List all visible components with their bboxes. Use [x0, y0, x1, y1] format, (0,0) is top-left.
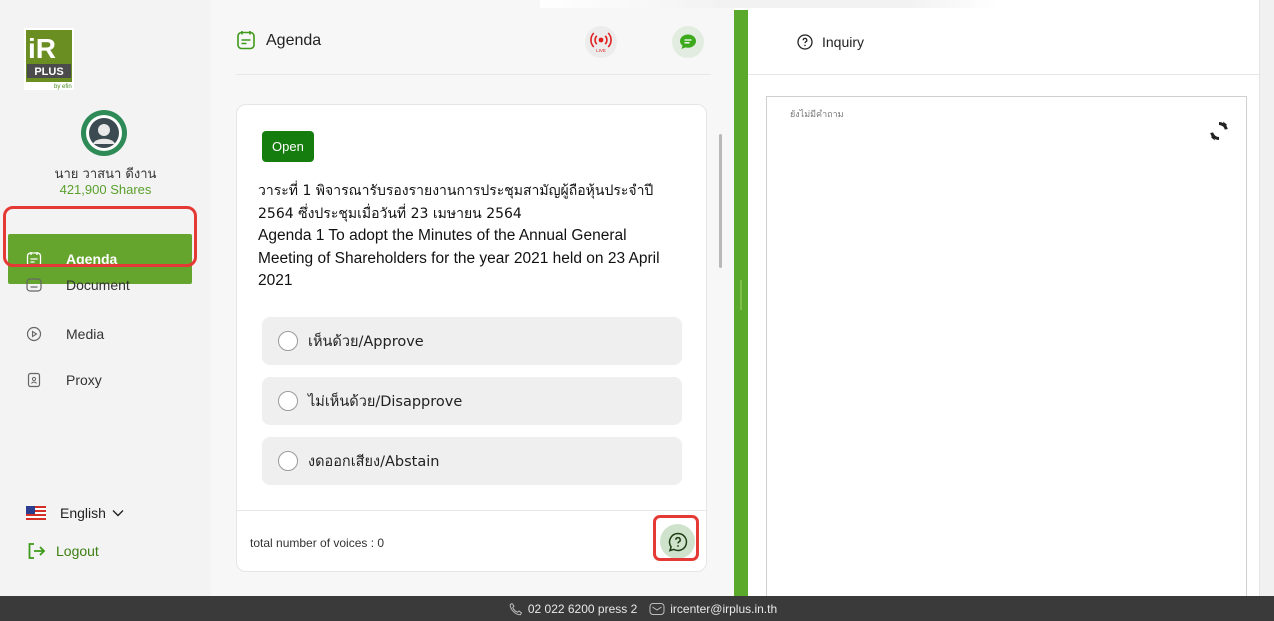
- chat-bubble-icon: [680, 34, 696, 49]
- svg-text:LIVE: LIVE: [596, 48, 606, 53]
- refresh-icon: [1210, 121, 1228, 141]
- panel-splitter[interactable]: [734, 10, 748, 596]
- sidebar-item-document[interactable]: Document: [0, 263, 211, 307]
- radio-button[interactable]: [278, 451, 298, 471]
- user-shares: 421,900 Shares: [59, 182, 152, 197]
- live-button[interactable]: LIVE: [585, 26, 617, 58]
- user-name: นาย วาสนา ดีงาน: [54, 167, 157, 182]
- agenda-description: วาระที่ 1 พิจารณารับรองรายงานการประชุมสา…: [258, 180, 678, 293]
- user-avatar: [81, 110, 127, 156]
- proxy-file-icon: [26, 372, 42, 388]
- agenda-header: Agenda LIVE: [236, 0, 711, 75]
- logout-label: Logout: [56, 543, 99, 559]
- sidebar-item-media[interactable]: Media: [0, 312, 211, 356]
- svg-text:iR: iR: [28, 33, 56, 64]
- inquiry-title-label: Inquiry: [822, 34, 865, 50]
- footer-email[interactable]: ircenter@irplus.in.th: [670, 602, 777, 616]
- inquiry-title: Inquiry: [796, 33, 864, 51]
- radio-button[interactable]: [278, 391, 298, 411]
- live-broadcast-icon: LIVE: [590, 32, 612, 53]
- sidebar: iR PLUS by efin นาย วาสนา ดีงาน 421,900 …: [0, 0, 211, 596]
- agenda-card: Open วาระที่ 1 พิจารณารับรองรายงานการประ…: [236, 104, 707, 572]
- logout-button[interactable]: Logout: [26, 541, 99, 561]
- sidebar-item-proxy[interactable]: Proxy: [0, 358, 211, 402]
- play-icon: [26, 326, 42, 342]
- agenda-text-thai: วาระที่ 1 พิจารณารับรองรายงานการประชุมสา…: [258, 183, 654, 222]
- question-chat-icon: [668, 532, 687, 552]
- chat-button[interactable]: [672, 26, 704, 58]
- agenda-text-english: Agenda 1 To adopt the Minutes of the Ann…: [258, 227, 660, 289]
- empty-inquiry-text: ยังไม่มีคำถาม: [790, 110, 844, 120]
- voices-count: total number of voices : 0: [250, 536, 385, 550]
- folder-icon: [26, 277, 42, 293]
- svg-text:PLUS: PLUS: [34, 66, 63, 78]
- irplus-logo: iR PLUS by efin: [24, 28, 74, 90]
- splitter-grip: [740, 280, 742, 310]
- svg-text:by efin: by efin: [54, 84, 72, 90]
- top-shadow-strip: [540, 0, 1000, 8]
- question-circle-icon: [797, 34, 813, 50]
- footer: 02 022 6200 press 2 ircenter@irplus.in.t…: [0, 596, 1274, 621]
- us-flag-icon: [26, 506, 46, 520]
- chevron-down-icon: [112, 510, 124, 517]
- vote-option-label: เห็นด้วย/Approve: [308, 333, 424, 350]
- footer-phone: 02 022 6200 press 2: [527, 601, 638, 616]
- status-badge: Open: [262, 131, 314, 162]
- right-gutter: [1260, 0, 1274, 596]
- vote-option-abstain[interactable]: งดออกเสียง/Abstain: [262, 437, 682, 485]
- ask-question-button[interactable]: [660, 524, 695, 559]
- vote-option-disapprove[interactable]: ไม่เห็นด้วย/Disapprove: [262, 377, 682, 425]
- card-divider: [237, 510, 706, 511]
- refresh-button[interactable]: [1207, 119, 1231, 143]
- vote-option-approve[interactable]: เห็นด้วย/Approve: [262, 317, 682, 365]
- language-label: English: [60, 505, 106, 521]
- vote-option-label: งดออกเสียง/Abstain: [308, 453, 440, 470]
- inquiry-list: ยังไม่มีคำถาม: [766, 96, 1247, 596]
- inquiry-header: Inquiry: [748, 0, 1260, 75]
- sidebar-item-label: Proxy: [66, 372, 102, 388]
- sidebar-item-label: Document: [66, 277, 130, 293]
- vote-option-label: ไม่เห็นด้วย/Disapprove: [308, 393, 463, 410]
- radio-button[interactable]: [278, 331, 298, 351]
- phone-icon: [509, 602, 523, 616]
- agenda-icon: [236, 30, 256, 55]
- mail-icon: [649, 602, 665, 616]
- page-title: Agenda: [266, 32, 322, 49]
- sidebar-item-label: Media: [66, 326, 105, 342]
- agenda-scrollbar[interactable]: [719, 134, 722, 268]
- language-selector[interactable]: English: [26, 505, 124, 521]
- inquiry-panel: Inquiry ยังไม่มีคำถาม: [748, 0, 1260, 596]
- logout-icon: [28, 543, 46, 559]
